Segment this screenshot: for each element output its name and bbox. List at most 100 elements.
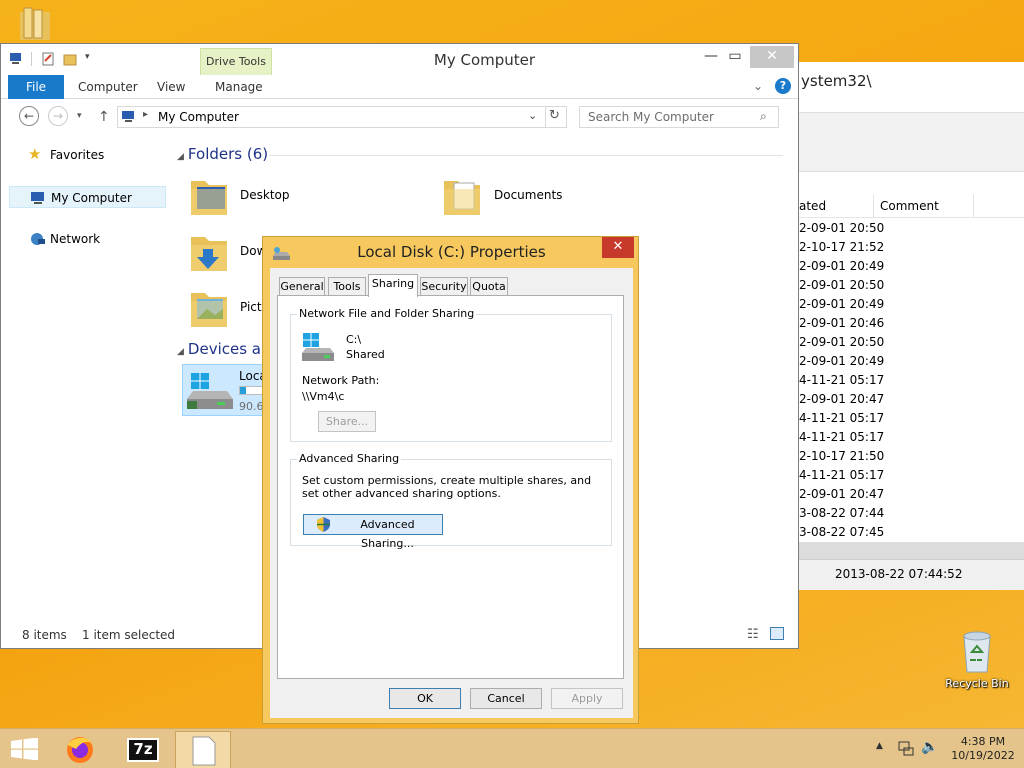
tab-security[interactable]: Security — [420, 277, 468, 296]
nav-favorites[interactable]: ★ Favorites — [9, 144, 166, 166]
tab-computer[interactable]: Computer — [68, 75, 148, 99]
address-bar[interactable]: ▸ My Computer ⌄ ↻ — [117, 106, 567, 128]
search-placeholder: Search My Computer — [588, 110, 714, 124]
close-button[interactable]: ✕ — [750, 46, 794, 68]
shared-drive-icon — [301, 331, 335, 366]
list-item[interactable]: 2-10-17 21:50 — [799, 447, 884, 466]
drive-usage-bar — [239, 386, 263, 395]
list-item[interactable]: 2-09-01 20:49 — [799, 257, 884, 276]
list-item[interactable]: 4-11-21 05:17 — [799, 409, 884, 428]
item-count: 8 items — [22, 628, 67, 642]
local-disk-tile[interactable]: Loca 90.6 — [182, 364, 267, 416]
tab-file[interactable]: File — [8, 75, 64, 99]
uac-shield-icon — [317, 517, 330, 538]
explorer-taskbar-button[interactable] — [175, 731, 231, 768]
explorer-titlebar: ▾ Drive Tools My Computer — ▭ ✕ — [1, 44, 798, 75]
tab-quota[interactable]: Quota — [470, 277, 508, 296]
tab-sharing[interactable]: Sharing — [368, 274, 418, 297]
desktop-folder-icon[interactable] — [18, 6, 52, 42]
cancel-button[interactable]: Cancel — [470, 688, 542, 709]
forward-arrow-icon[interactable]: → — [48, 106, 68, 126]
show-hidden-icons-icon[interactable]: ▲ — [876, 741, 883, 751]
address-divider — [545, 107, 546, 127]
pictures-folder-icon[interactable] — [189, 285, 229, 329]
column-divider — [873, 194, 874, 218]
recent-locations-chevron-icon[interactable]: ▾ — [77, 111, 82, 121]
list-item[interactable]: 2-09-01 20:50 — [799, 276, 884, 295]
nav-my-computer[interactable]: My Computer — [9, 186, 166, 208]
7zip-taskbar-button[interactable]: 7z — [115, 731, 171, 768]
search-box[interactable]: Search My Computer ⌕ — [579, 106, 779, 128]
column-comment[interactable]: Comment — [880, 199, 939, 213]
network-path-value[interactable]: \\Vm4\c — [302, 390, 344, 403]
refresh-icon[interactable]: ↻ — [549, 108, 560, 123]
list-item[interactable]: 2-09-01 20:50 — [799, 333, 884, 352]
address-dropdown-icon[interactable]: ⌄ — [528, 109, 537, 122]
network-status-icon[interactable] — [898, 740, 914, 759]
advanced-sharing-button[interactable]: Advanced Sharing... — [303, 514, 443, 550]
downloads-folder-icon[interactable] — [189, 229, 229, 273]
computer-icon — [121, 110, 137, 127]
clock[interactable]: 4:38 PM 10/19/2022 — [948, 735, 1018, 763]
apply-button[interactable]: Apply — [551, 688, 623, 709]
list-item[interactable]: 2-09-01 20:49 — [799, 295, 884, 314]
drive-path: C:\ — [346, 333, 362, 346]
background-explorer-window: ystem32\ ated Comment 2-09-01 20:50 2-10-… — [780, 62, 1024, 590]
advanced-sharing-group-label: Advanced Sharing — [297, 452, 402, 465]
dialog-close-button[interactable]: ✕ — [602, 237, 634, 258]
firefox-taskbar-button[interactable] — [52, 731, 108, 768]
details-view-icon[interactable]: ☷ — [747, 627, 759, 642]
search-icon[interactable]: ⌕ — [760, 109, 767, 124]
desktop-folder-icon[interactable] — [189, 173, 229, 217]
background-toolbar — [781, 112, 1024, 172]
column-date-created[interactable]: ated — [799, 199, 826, 213]
list-item[interactable]: 2-09-01 20:49 — [799, 352, 884, 371]
recycle-bin[interactable]: Recycle Bin — [944, 630, 1010, 690]
advanced-sharing-button-label: Advanced Sharing... — [360, 518, 415, 550]
back-arrow-icon[interactable]: ← — [19, 106, 39, 126]
star-icon: ★ — [28, 145, 42, 163]
folders-section-header[interactable]: ◢ Folders (6) — [177, 145, 268, 163]
documents-folder-icon[interactable] — [442, 173, 482, 217]
list-item[interactable]: 2-09-01 20:50 — [799, 219, 884, 238]
tab-general[interactable]: General — [279, 277, 325, 296]
collapse-chevron-icon: ◢ — [177, 347, 184, 357]
drive-usage-fill — [240, 387, 247, 394]
window-title: My Computer — [433, 51, 536, 69]
share-button[interactable]: Share... — [318, 411, 376, 432]
advanced-sharing-description: Set custom permissions, create multiple … — [302, 474, 592, 500]
folder-label-desktop[interactable]: Desktop — [240, 188, 290, 202]
tab-manage[interactable]: Manage — [205, 75, 273, 99]
taskbar: 7z ▲ 🔈 4:38 PM 10/19/2022 — [0, 728, 1024, 768]
list-item[interactable]: 4-11-21 05:17 — [799, 371, 884, 390]
tab-view[interactable]: View — [147, 75, 195, 99]
address-path: My Computer — [158, 110, 239, 124]
recycle-bin-icon — [963, 631, 991, 673]
list-item[interactable]: 4-11-21 05:17 — [799, 466, 884, 485]
folders-header-label: Folders (6) — [187, 145, 269, 163]
recycle-bin-label: Recycle Bin — [945, 677, 1009, 690]
ok-button[interactable]: OK — [389, 688, 461, 709]
list-item[interactable]: 2-09-01 20:47 — [799, 485, 884, 504]
volume-icon[interactable]: 🔈 — [921, 739, 938, 755]
horizontal-scrollbar[interactable] — [781, 542, 1024, 559]
folder-label-documents[interactable]: Documents — [494, 188, 562, 202]
up-arrow-icon[interactable]: ↑ — [98, 109, 110, 125]
expand-ribbon-icon[interactable]: ⌄ — [753, 79, 763, 93]
details-date-value: 2013-08-22 07:44:52 — [835, 567, 963, 581]
nav-network[interactable]: Network — [9, 228, 166, 250]
firefox-icon — [67, 737, 93, 763]
list-item[interactable]: 4-11-21 05:17 — [799, 428, 884, 447]
column-divider — [973, 194, 974, 218]
list-item[interactable]: 3-08-22 07:45 — [799, 523, 884, 542]
list-item[interactable]: 2-09-01 20:47 — [799, 390, 884, 409]
help-icon[interactable]: ? — [775, 78, 791, 94]
breadcrumb-separator-icon[interactable]: ▸ — [143, 109, 148, 120]
list-item[interactable]: 2-10-17 21:52 — [799, 238, 884, 257]
start-windows-icon[interactable] — [11, 737, 39, 763]
list-item[interactable]: 3-08-22 07:44 — [799, 504, 884, 523]
large-icons-view-icon[interactable] — [770, 627, 784, 640]
list-item[interactable]: 2-09-01 20:46 — [799, 314, 884, 333]
advanced-sharing-group: Advanced Sharing Set custom permissions,… — [290, 452, 612, 550]
tab-tools[interactable]: Tools — [328, 277, 366, 296]
